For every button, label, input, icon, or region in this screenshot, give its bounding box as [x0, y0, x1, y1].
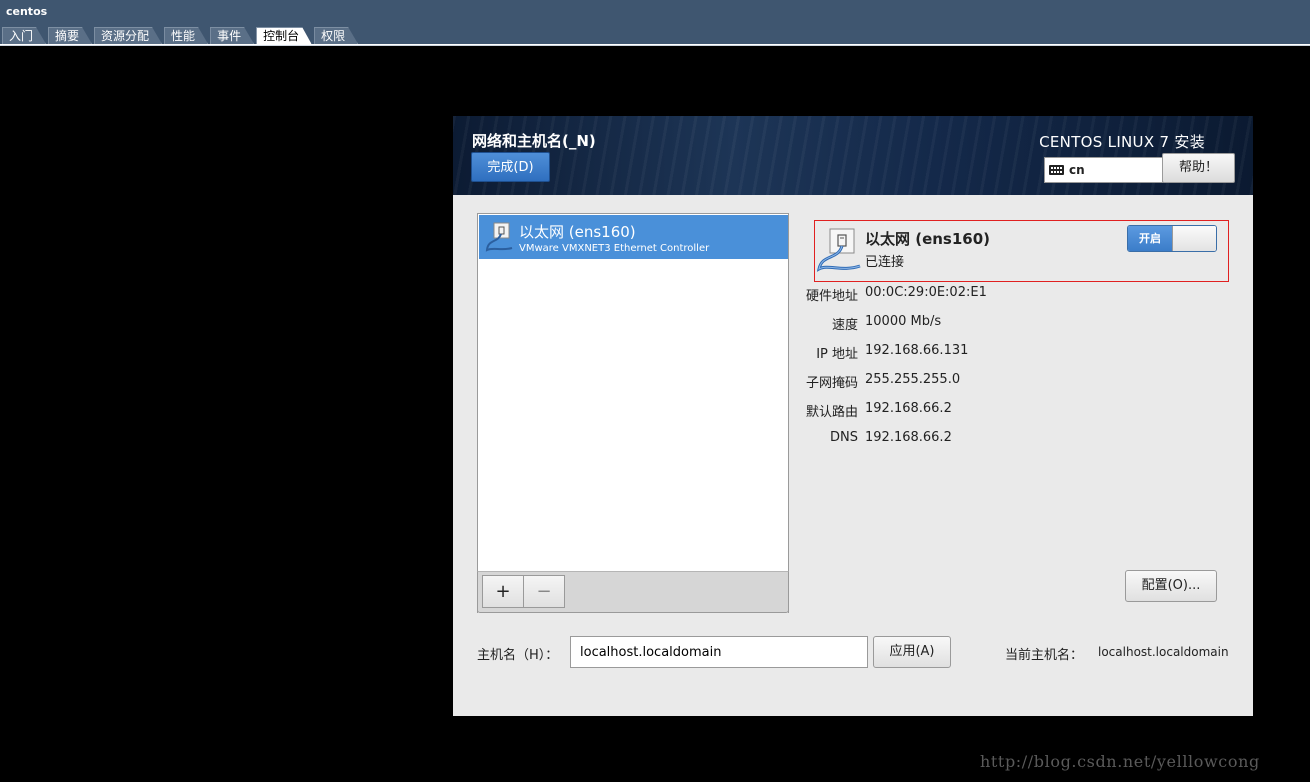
detail-row-default-route: 默认路由 192.168.66.2	[793, 401, 1213, 420]
current-hostname-value: localhost.localdomain	[1098, 645, 1229, 659]
ethernet-icon	[485, 222, 513, 252]
connection-status: 已连接	[865, 255, 905, 270]
detail-row-subnet-mask: 子网掩码 255.255.255.0	[793, 372, 1213, 391]
keyboard-layout-label: cn	[1069, 163, 1085, 177]
spoke-title: 网络和主机名(_N)	[472, 132, 596, 150]
apply-hostname-button[interactable]: 应用(A)	[873, 636, 951, 668]
detail-row-speed: 速度 10000 Mb/s	[793, 314, 1213, 333]
tab-events[interactable]: 事件	[210, 27, 254, 44]
detail-value: 255.255.255.0	[865, 372, 961, 387]
detail-label: 速度	[831, 318, 858, 333]
client-title-bar: centos 入门 摘要 资源分配 性能 事件 控制台 权限	[0, 0, 1310, 46]
current-hostname-label: 当前主机名：	[1005, 648, 1084, 663]
done-button[interactable]: 完成(D)	[471, 152, 550, 182]
configure-button[interactable]: 配置(O)...	[1125, 570, 1217, 602]
product-title: CENTOS LINUX 7 安装	[1039, 133, 1205, 151]
detail-value: 192.168.66.131	[865, 343, 969, 358]
watermark: http://blog.csdn.net/yelllowcong	[980, 752, 1260, 771]
detail-label: 硬件地址	[805, 289, 858, 304]
device-toggle-switch[interactable]: 开启	[1127, 225, 1217, 252]
device-name: 以太网 (ens160)	[519, 223, 636, 241]
detail-value: 192.168.66.2	[865, 430, 952, 445]
hostname-label: 主机名（H）：	[477, 648, 559, 663]
detail-row-ip-address: IP 地址 192.168.66.131	[793, 343, 1213, 362]
ethernet-icon	[816, 228, 861, 272]
tab-strip: 入门 摘要 资源分配 性能 事件 控制台 权限	[2, 27, 360, 45]
list-toolbar: + −	[477, 571, 789, 613]
tab-permissions[interactable]: 权限	[314, 27, 358, 44]
tab-console[interactable]: 控制台	[256, 27, 312, 45]
vm-title: centos	[6, 5, 48, 18]
device-title: 以太网 (ens160)	[865, 230, 991, 248]
help-button[interactable]: 帮助！	[1162, 153, 1235, 183]
detail-value: 192.168.66.2	[865, 401, 952, 416]
detail-label: 子网掩码	[805, 376, 858, 391]
remove-device-button[interactable]: −	[523, 575, 565, 608]
detail-row-dns: DNS 192.168.66.2	[793, 430, 1213, 448]
detail-value: 10000 Mb/s	[865, 314, 942, 329]
list-item[interactable]: 以太网 (ens160) VMware VMXNET3 Ethernet Con…	[479, 215, 788, 259]
tab-summary[interactable]: 摘要	[48, 27, 92, 44]
keyboard-icon	[1049, 165, 1064, 175]
tab-performance[interactable]: 性能	[164, 27, 208, 44]
hostname-input[interactable]	[570, 636, 868, 668]
detail-value: 00:0C:29:0E:02:E1	[865, 285, 987, 300]
tab-getting-started[interactable]: 入门	[2, 27, 46, 44]
detail-label: 默认路由	[805, 405, 858, 420]
toggle-on-label: 开启	[1128, 226, 1172, 251]
detail-label: DNS	[830, 430, 858, 445]
keyboard-layout-indicator[interactable]: cn	[1044, 157, 1163, 183]
add-device-button[interactable]: +	[482, 575, 524, 608]
toggle-knob[interactable]	[1172, 226, 1216, 251]
detail-label: IP 地址	[816, 347, 858, 362]
detail-row-hardware-address: 硬件地址 00:0C:29:0E:02:E1	[793, 285, 1213, 304]
installer-window: 网络和主机名(_N) 完成(D) CENTOS LINUX 7 安装 cn 帮助…	[453, 116, 1253, 716]
tab-resource-allocation[interactable]: 资源分配	[94, 27, 162, 44]
device-description: VMware VMXNET3 Ethernet Controller	[519, 243, 710, 254]
installer-header: 网络和主机名(_N) 完成(D) CENTOS LINUX 7 安装 cn 帮助…	[453, 116, 1253, 195]
tab-underline	[0, 44, 1310, 45]
network-device-list: 以太网 (ens160) VMware VMXNET3 Ethernet Con…	[477, 213, 789, 613]
